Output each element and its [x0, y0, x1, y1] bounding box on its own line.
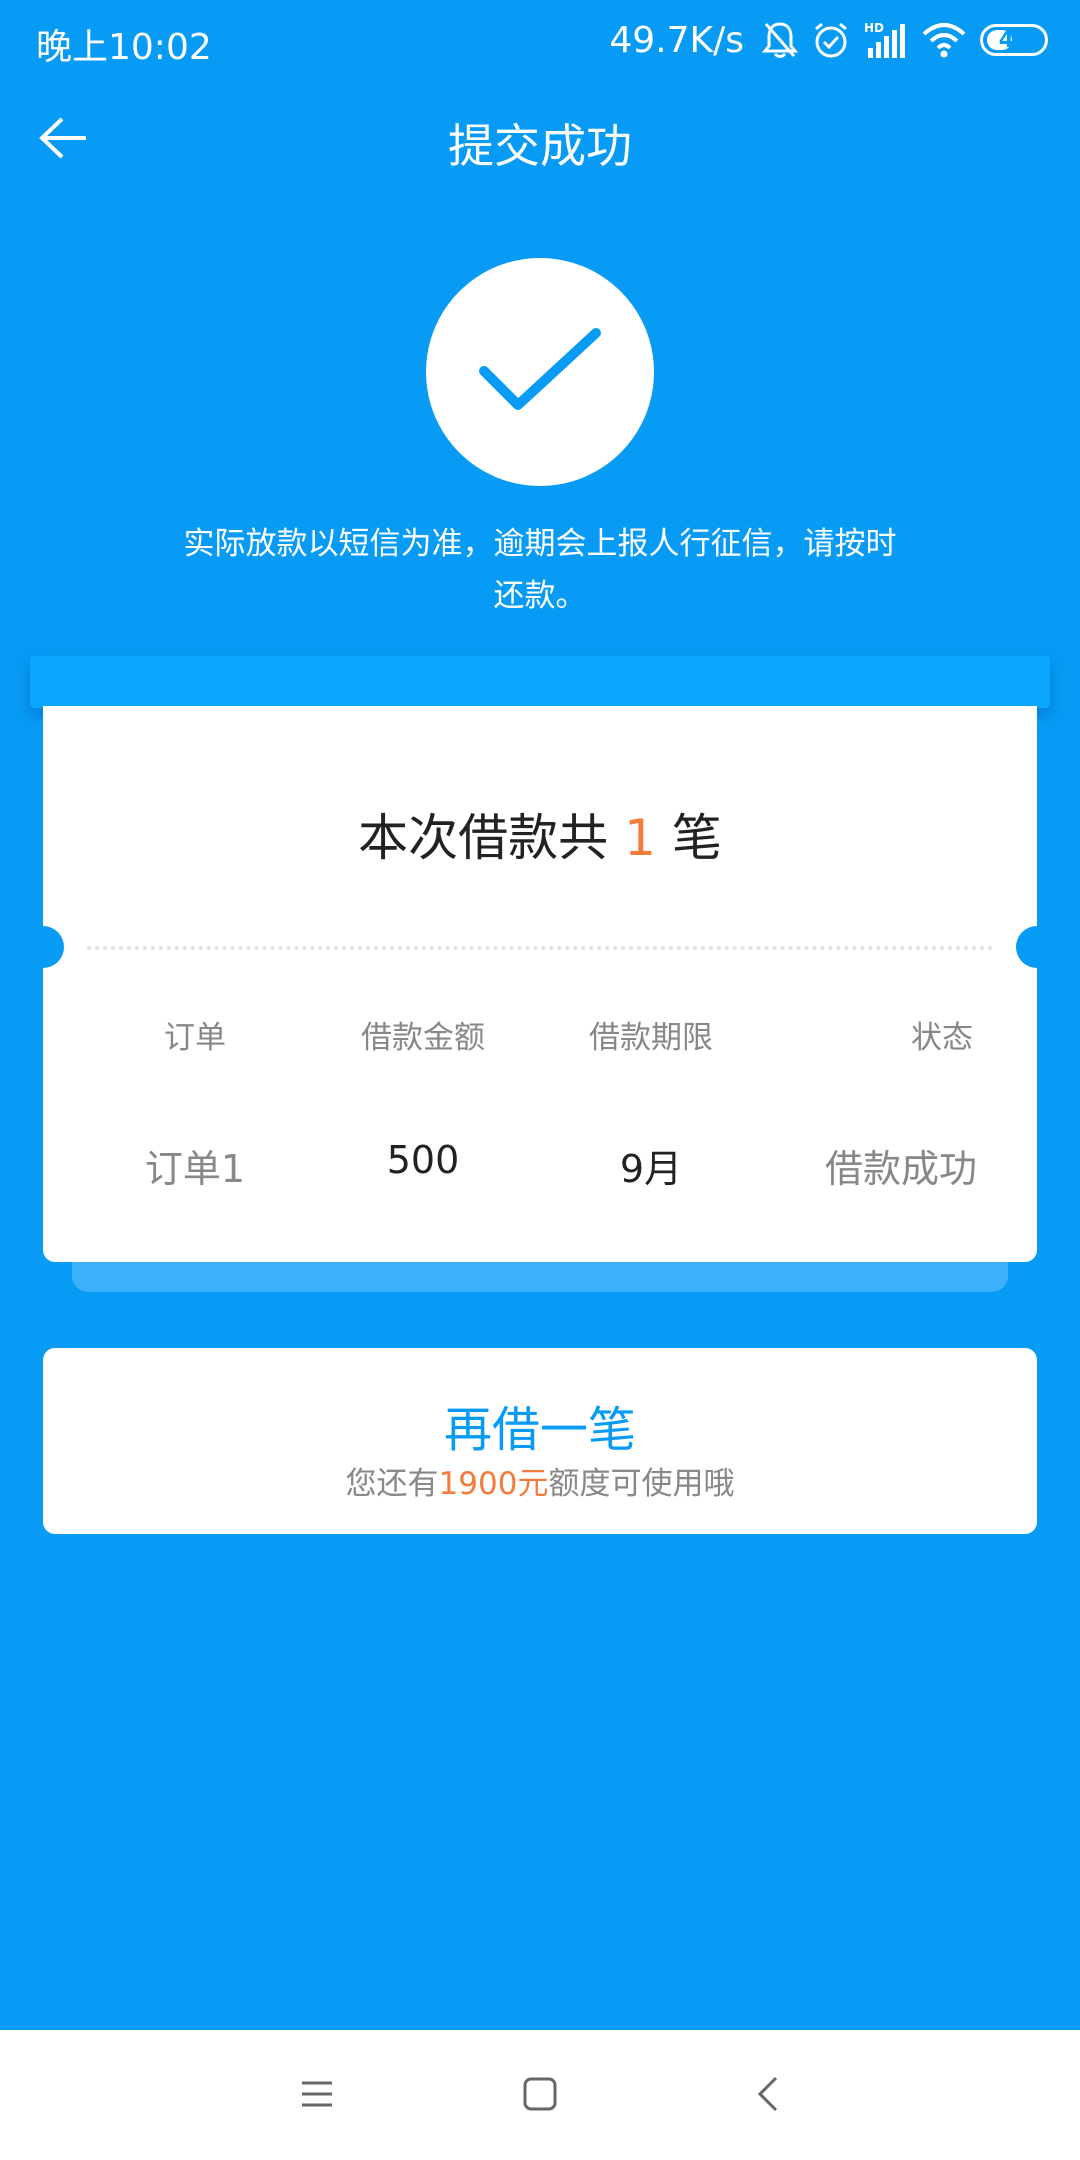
- remaining-credit-text: 您还有1900元额度可使用哦: [43, 1458, 1037, 1503]
- remaining-credit-suffix: 额度可使用哦: [548, 1466, 735, 1502]
- success-badge: [426, 258, 654, 486]
- wifi-icon: [922, 20, 966, 60]
- remaining-credit-amount: 1900元: [438, 1466, 549, 1502]
- loan-count: 1: [624, 809, 656, 867]
- ticket-notch-left: [22, 926, 64, 968]
- status-bar: 晚上10:02 49.7K/s HD 41: [0, 0, 1080, 80]
- header: 提交成功: [0, 80, 1080, 200]
- amount-cell: 500: [386, 1138, 460, 1182]
- borrow-again-title: 再借一笔: [443, 1402, 636, 1458]
- remaining-credit-prefix: 您还有: [345, 1466, 439, 1502]
- column-header-status: 状态: [911, 1020, 973, 1056]
- dotted-divider: [87, 946, 993, 950]
- back-icon: [756, 2076, 780, 2116]
- borrow-again-button[interactable]: 再借一笔 您还有1900元额度可使用哦: [43, 1348, 1037, 1534]
- order-cell: 订单1: [144, 1147, 246, 1191]
- loan-summary-card: 本次借款共 1 笔 订单 借款金额 借款期限 状态 订单1 500 9月 借款成功: [22, 706, 1058, 1262]
- column-header-order: 订单: [164, 1020, 226, 1056]
- page-title: 提交成功: [448, 119, 632, 173]
- home-icon: [523, 2077, 557, 2115]
- svg-text:HD: HD: [864, 21, 884, 35]
- nav-menu-button[interactable]: [287, 2066, 347, 2126]
- menu-icon: [300, 2079, 334, 2113]
- notice-line: 还款。: [493, 578, 587, 614]
- loan-count-prefix: 本次借款共: [358, 809, 609, 867]
- navigation-bar: [0, 2030, 1080, 2160]
- alarm-icon: [812, 20, 850, 60]
- ticket-slot: [30, 656, 1050, 708]
- ticket-notch-right: [1016, 926, 1058, 968]
- status-cell: 借款成功: [824, 1147, 977, 1191]
- battery-icon: 41: [980, 24, 1048, 56]
- loan-count-heading: 本次借款共 1 笔: [43, 798, 1037, 870]
- network-speed: 49.7K/s: [609, 19, 744, 61]
- battery-level: 41: [998, 27, 1030, 53]
- status-icons: 49.7K/s HD 41: [609, 16, 1048, 64]
- hd-signal-icon: HD: [864, 20, 908, 60]
- status-time: 晚上10:02: [36, 27, 212, 68]
- nav-home-button[interactable]: [510, 2066, 570, 2126]
- term-cell: 9月: [619, 1147, 683, 1191]
- column-header-amount: 借款金额: [361, 1020, 485, 1056]
- mute-bell-icon: [762, 20, 798, 60]
- notice-line: 实际放款以短信为准，逾期会上报人行征信，请按时: [183, 526, 897, 562]
- loan-count-suffix: 笔: [671, 809, 722, 867]
- checkmark-icon: [478, 325, 602, 419]
- column-header-term: 借款期限: [589, 1020, 713, 1056]
- notice-text: 实际放款以短信为准，逾期会上报人行征信，请按时 还款。: [150, 518, 930, 622]
- nav-back-button[interactable]: [738, 2066, 798, 2126]
